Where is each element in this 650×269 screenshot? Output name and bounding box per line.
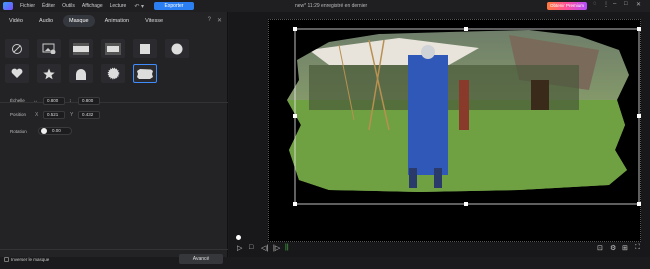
handle-bm <box>464 202 468 206</box>
rotation-label: Rotation <box>10 129 27 134</box>
handle-ml <box>293 114 297 118</box>
heart-icon <box>11 68 23 78</box>
none-icon <box>12 43 22 54</box>
playhead[interactable] <box>236 235 241 240</box>
scale-label: Échelle <box>10 98 25 103</box>
handle-br <box>637 202 641 206</box>
invert-mask-checkbox[interactable] <box>4 257 9 262</box>
stop-icon[interactable]: □ <box>249 244 253 251</box>
premium-button[interactable]: Obtenir Premium <box>547 2 587 10</box>
position-label: Position <box>10 112 27 117</box>
undo-icon[interactable]: ↶ ▾ <box>134 3 144 10</box>
circle-icon <box>171 43 183 54</box>
help-icon[interactable]: ? <box>208 17 211 24</box>
tab-vitesse[interactable]: Vitesse <box>139 15 169 27</box>
mask-horizontal-band[interactable] <box>69 39 93 58</box>
menu-outils[interactable]: Outils <box>62 3 75 9</box>
pos-y-label: Y <box>70 112 74 118</box>
maximize-icon[interactable]: □ <box>624 1 628 7</box>
menu-editer[interactable]: Éditer <box>42 3 55 9</box>
preview-canvas <box>268 19 641 242</box>
square-icon <box>140 43 150 54</box>
mask-badge[interactable] <box>101 64 125 83</box>
mask-square[interactable] <box>133 39 157 58</box>
export-button[interactable]: Exporter <box>154 2 194 10</box>
menu-fichier[interactable]: Fichier <box>20 3 35 9</box>
tab-animation[interactable]: Animation <box>99 15 135 27</box>
masked-video-frame[interactable] <box>269 20 642 243</box>
settings-icon[interactable]: ⚙ <box>610 244 616 252</box>
advanced-button[interactable]: Avancé <box>179 254 223 264</box>
tab-bar: Vidéo Audio Masque Animation Vitesse <box>0 12 227 30</box>
mask-rectangle-band[interactable] <box>101 39 125 58</box>
preview-area: ▷ □ ◁| |▷ || ⊡ ⚙ ⊞ ⛶ <box>229 12 650 257</box>
play-icon[interactable]: ▷ <box>237 244 242 252</box>
mask-image[interactable] <box>37 39 61 58</box>
menu-lecture[interactable]: Lecture <box>110 3 127 9</box>
close-window-icon[interactable]: ✕ <box>636 1 641 8</box>
mask-star[interactable] <box>37 64 61 83</box>
mask-none[interactable] <box>5 39 29 58</box>
panel-footer: Inverser le masque Avancé <box>0 249 228 269</box>
handle-mr <box>637 114 641 118</box>
badge-icon <box>107 67 119 80</box>
handle-tl <box>293 27 297 31</box>
scale-height-field[interactable]: 0.800 <box>78 97 100 105</box>
width-icon: ↔ <box>33 98 38 104</box>
mask-arch[interactable] <box>69 64 93 83</box>
tab-video[interactable]: Vidéo <box>3 15 29 27</box>
more-icon[interactable]: ⋮ <box>603 1 609 8</box>
rotation-knob[interactable] <box>41 128 47 134</box>
position-x-field[interactable]: 0.521 <box>43 111 65 119</box>
rectangle-band-icon <box>105 42 121 55</box>
handle-bl <box>293 202 297 206</box>
playback-controls: ▷ □ ◁| |▷ || ⊡ ⚙ ⊞ ⛶ <box>229 235 650 257</box>
brush-stroke-icon <box>137 68 153 79</box>
mask-brush-stroke[interactable] <box>133 64 157 83</box>
snapshot-icon[interactable]: ⊡ <box>597 244 603 252</box>
user-icon[interactable]: ◌ <box>593 1 597 7</box>
arch-icon <box>76 68 86 80</box>
horizontal-band-icon <box>73 42 89 55</box>
project-title: new* 11:29 enregistré en dernier <box>295 3 368 9</box>
mask-heart[interactable] <box>5 64 29 83</box>
invert-mask-label: Inverser le masque <box>11 257 50 262</box>
tab-masque[interactable]: Masque <box>63 15 95 27</box>
prev-frame-icon[interactable]: ◁| <box>261 244 268 252</box>
tab-audio[interactable]: Audio <box>33 15 59 27</box>
split-icon[interactable]: || <box>285 244 289 251</box>
zoom-icon[interactable]: ⊞ <box>622 244 628 252</box>
fullscreen-icon[interactable]: ⛶ <box>635 244 640 252</box>
handle-tm <box>464 27 468 31</box>
next-frame-icon[interactable]: |▷ <box>273 244 280 252</box>
star-icon <box>43 68 55 79</box>
position-y-field[interactable]: 0.432 <box>78 111 100 119</box>
scale-width-field[interactable]: 0.800 <box>43 97 65 105</box>
minimize-icon[interactable]: – <box>613 1 616 7</box>
height-icon: ↕ <box>69 98 72 104</box>
pos-x-label: X <box>35 112 39 118</box>
mask-circle[interactable] <box>165 39 189 58</box>
menu-affichage[interactable]: Affichage <box>82 3 103 9</box>
app-logo <box>3 2 13 10</box>
handle-tr <box>637 27 641 31</box>
image-icon <box>42 43 56 54</box>
close-panel-icon[interactable]: ✕ <box>217 17 222 24</box>
properties-panel: Vidéo Audio Masque Animation Vitesse ? ✕ <box>0 12 228 264</box>
